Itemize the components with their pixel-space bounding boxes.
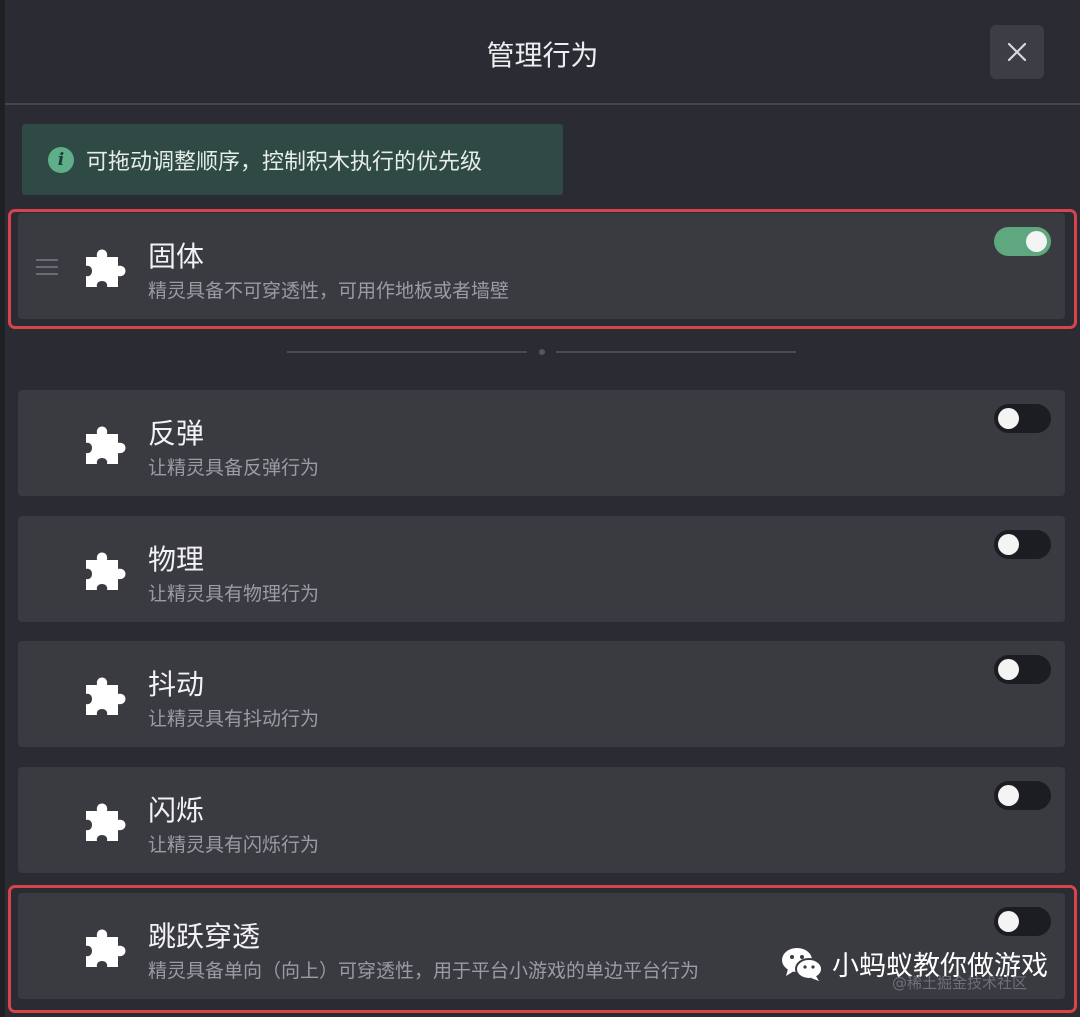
- behavior-toggle[interactable]: [994, 781, 1051, 810]
- drop-divider-left: [287, 351, 527, 353]
- behavior-card-physics[interactable]: 物理 让精灵具有物理行为: [18, 516, 1065, 622]
- behavior-toggle[interactable]: [994, 655, 1051, 684]
- behavior-card-bounce[interactable]: 反弹 让精灵具备反弹行为: [18, 390, 1065, 496]
- close-icon: [1007, 42, 1027, 62]
- dialog-header: 管理行为: [5, 0, 1080, 105]
- toggle-knob: [998, 408, 1019, 429]
- drop-divider-dot: [539, 349, 545, 355]
- behavior-name: 反弹: [148, 417, 205, 450]
- toggle-knob: [998, 659, 1019, 680]
- behavior-name: 物理: [148, 543, 205, 576]
- info-icon: i: [48, 146, 74, 173]
- tip-banner: i 可拖动调整顺序，控制积木执行的优先级: [22, 124, 563, 195]
- manage-behaviors-dialog: 管理行为 i 可拖动调整顺序，控制积木执行的优先级 固体 精灵具备不可穿透性，可…: [0, 0, 1080, 1017]
- behavior-name: 闪烁: [148, 794, 205, 827]
- behavior-description: 让精灵具有物理行为: [148, 583, 320, 605]
- puzzle-icon: [86, 677, 126, 715]
- puzzle-icon: [86, 426, 126, 464]
- toggle-knob: [998, 785, 1019, 806]
- behavior-name: 抖动: [148, 668, 205, 701]
- close-button[interactable]: [990, 25, 1044, 79]
- behavior-toggle[interactable]: [994, 530, 1051, 559]
- watermark-subtext: @稀土掘金技术社区: [892, 974, 1028, 992]
- behavior-description: 让精灵具有闪烁行为: [148, 834, 320, 856]
- behavior-toggle[interactable]: [994, 404, 1051, 433]
- puzzle-icon: [86, 803, 126, 841]
- behavior-description: 让精灵具备反弹行为: [148, 457, 320, 479]
- wechat-icon: [782, 947, 823, 981]
- drop-divider-right: [556, 351, 796, 353]
- behavior-description: 让精灵具有抖动行为: [148, 708, 320, 730]
- toggle-knob: [998, 534, 1019, 555]
- behavior-card-flash[interactable]: 闪烁 让精灵具有闪烁行为: [18, 767, 1065, 873]
- tip-text: 可拖动调整顺序，控制积木执行的优先级: [86, 149, 483, 175]
- behavior-card-shake[interactable]: 抖动 让精灵具有抖动行为: [18, 641, 1065, 747]
- background-edge: [0, 0, 5, 1017]
- dialog-title: 管理行为: [486, 39, 599, 72]
- highlight-box-solid: [8, 209, 1077, 329]
- puzzle-icon: [86, 552, 126, 590]
